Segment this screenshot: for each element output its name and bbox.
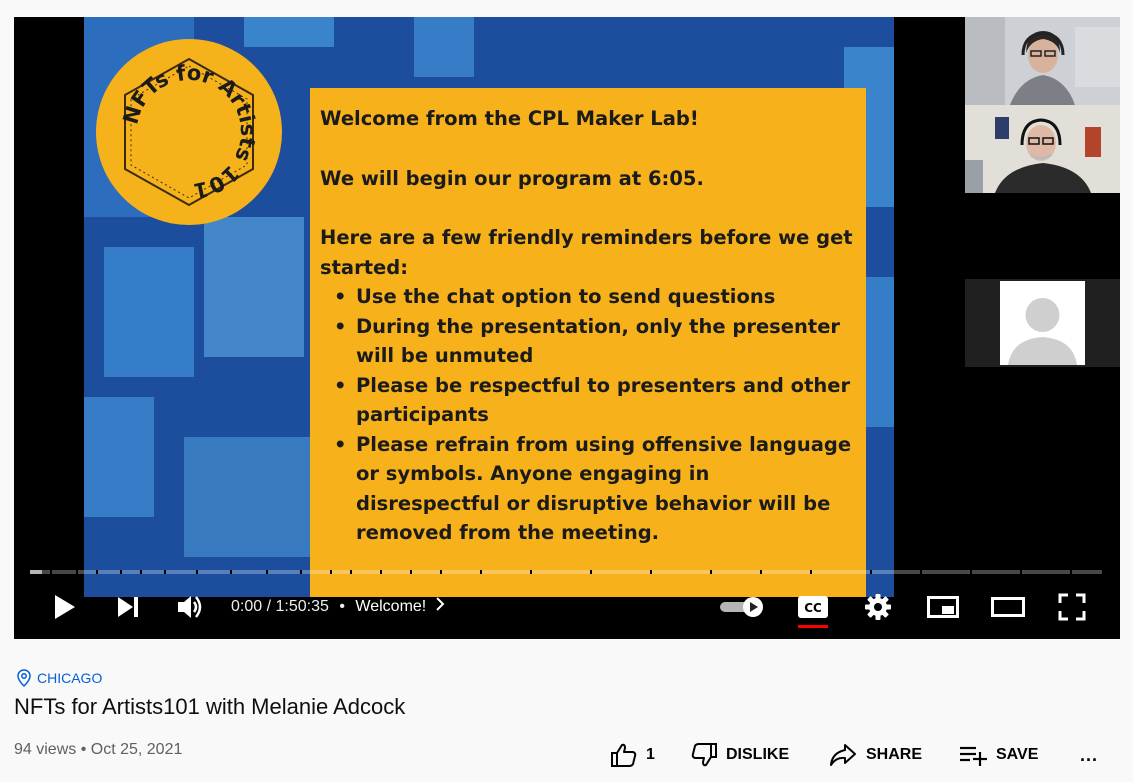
player-controls: 0:00 / 1:50:35 • Welcome! CC — [14, 581, 1120, 633]
autoplay-toggle[interactable] — [718, 589, 766, 625]
slide-line-start-time: We will begin our program at 6:05. — [320, 166, 704, 190]
settings-gear-icon — [865, 594, 891, 620]
thumbs-up-icon — [611, 743, 637, 767]
reminder-item: Use the chat option to send questions — [334, 282, 856, 312]
thumbs-down-icon — [691, 743, 717, 767]
miniplayer-icon — [927, 596, 959, 618]
fullscreen-button[interactable] — [1054, 589, 1090, 625]
fullscreen-icon — [1058, 593, 1086, 621]
slide-notice: Welcome from the CPL Maker Lab! We will … — [310, 88, 866, 597]
chapter-title[interactable]: Welcome! — [355, 598, 426, 615]
view-count: 94 views — [14, 741, 77, 758]
cc-label: CC — [804, 601, 822, 615]
next-icon — [118, 597, 138, 617]
theater-mode-button[interactable] — [988, 589, 1028, 625]
reminder-item: Please refrain from using offensive lang… — [334, 430, 856, 548]
play-button[interactable] — [46, 589, 82, 625]
progress-bar[interactable] — [30, 570, 1102, 574]
cc-active-indicator — [798, 625, 828, 628]
like-button[interactable]: 1 — [610, 737, 655, 773]
time-display: 0:00 / 1:50:35 • Welcome! — [231, 597, 445, 616]
reminder-item: Please be respectful to presenters and o… — [334, 371, 856, 430]
next-button[interactable] — [110, 589, 146, 625]
duration: 1:50:35 — [275, 598, 329, 615]
share-button[interactable]: SHARE — [828, 737, 922, 773]
slide-line-welcome: Welcome from the CPL Maker Lab! — [320, 107, 699, 130]
default-avatar-icon — [1000, 281, 1085, 365]
participant-video-3 — [965, 279, 1120, 367]
upload-date: Oct 25, 2021 — [90, 741, 183, 758]
dislike-button[interactable]: DISLIKE — [690, 737, 789, 773]
svg-text:NFTs for Artists 101: NFTs for Artists 101 — [118, 61, 260, 203]
like-count: 1 — [646, 746, 655, 763]
chevron-right-icon[interactable] — [435, 597, 445, 615]
location-label[interactable]: CHICAGO — [37, 670, 102, 686]
current-time: 0:00 — [231, 598, 263, 615]
reminder-item: During the presentation, only the presen… — [334, 312, 856, 371]
play-icon — [55, 595, 75, 619]
slide-line-reminders: Here are a few friendly reminders before… — [320, 226, 853, 279]
video-stats: 94 views • Oct 25, 2021 — [14, 741, 183, 758]
participant-video-1 — [965, 17, 1120, 105]
video-title: NFTs for Artists101 with Melanie Adcock — [14, 694, 406, 719]
nfts-for-artists-logo: NFTs for Artists 101 — [96, 39, 282, 225]
location-tag[interactable]: CHICAGO — [17, 669, 102, 687]
save-button[interactable]: SAVE — [958, 737, 1038, 773]
cc-icon: CC — [798, 596, 828, 618]
save-label: SAVE — [996, 746, 1039, 763]
more-horizontal-icon: ... — [1080, 744, 1099, 765]
location-pin-icon — [17, 669, 31, 687]
theater-icon — [991, 597, 1025, 617]
participant-video-2 — [965, 105, 1120, 193]
subtitles-button[interactable]: CC — [794, 589, 832, 625]
share-icon — [830, 744, 856, 766]
more-actions-button[interactable]: ... — [1080, 737, 1098, 773]
settings-button[interactable] — [860, 589, 896, 625]
video-player[interactable]: NFTs for Artists 101 Welcome from the CP… — [14, 17, 1120, 639]
autoplay-toggle-icon — [720, 597, 763, 617]
playlist-add-icon — [960, 746, 987, 766]
slide-frame: NFTs for Artists 101 Welcome from the CP… — [84, 17, 894, 597]
badge-text: NFTs for Artists 101 — [118, 61, 260, 203]
reminder-list: Use the chat option to send questions Du… — [320, 282, 856, 548]
dislike-label: DISLIKE — [726, 746, 790, 763]
volume-button[interactable] — [172, 589, 208, 625]
volume-icon — [178, 596, 202, 618]
time-separator: / — [266, 598, 272, 615]
share-label: SHARE — [866, 746, 923, 763]
miniplayer-button[interactable] — [924, 589, 962, 625]
